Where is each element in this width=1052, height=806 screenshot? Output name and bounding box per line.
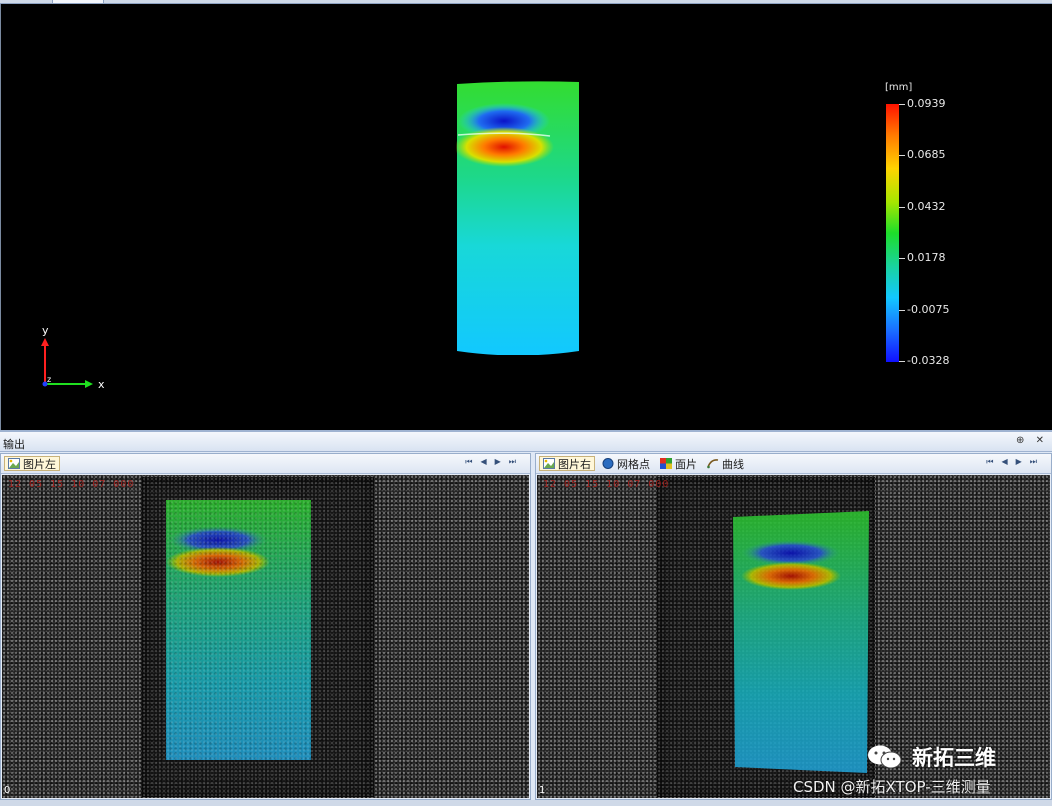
colorbar-tick: [899, 155, 905, 156]
colorbar-tick: [899, 258, 905, 259]
facets-button[interactable]: 面片: [660, 456, 697, 471]
color-scale-bar: [886, 104, 899, 362]
tab-right-image[interactable]: 图片右: [539, 456, 595, 471]
colorbar-label: -0.0075: [907, 303, 950, 316]
3d-viewport[interactable]: [mm] 0.0939 0.0685 0.0432 0.0178 -0.0075…: [0, 4, 1052, 430]
frame-index: 1: [539, 785, 546, 796]
deformation-surface: [456, 81, 579, 355]
first-frame-icon[interactable]: ⏮: [986, 457, 1001, 466]
last-frame-icon[interactable]: ⏭: [509, 457, 524, 466]
image-icon: [8, 458, 20, 469]
tab-right-image-label: 图片右: [558, 457, 591, 471]
grid-points-label: 网格点: [617, 457, 650, 471]
app-window: [mm] 0.0939 0.0685 0.0432 0.0178 -0.0075…: [0, 0, 1052, 806]
first-frame-icon[interactable]: ⏮: [465, 457, 480, 466]
curves-button[interactable]: 曲线: [707, 456, 744, 471]
output-panel-header: 输出 ⊕ ✕: [0, 430, 1052, 452]
frame-navigation: ⏮◀▶⏭: [986, 457, 1045, 467]
output-panel-title: 输出: [3, 438, 25, 451]
axis-x-label: x: [98, 378, 105, 391]
capture-timestamp: 12 05 15 10 07 000: [8, 479, 135, 490]
tab-left-image-label: 图片左: [23, 457, 56, 471]
credit-watermark: CSDN @新拓XTOP-三维测量: [793, 778, 991, 796]
strain-overlay: [166, 500, 311, 760]
next-frame-icon[interactable]: ▶: [1016, 457, 1030, 466]
colorbar-label: 0.0939: [907, 97, 946, 110]
colorbar-label: 0.0178: [907, 251, 946, 264]
capture-timestamp: 12 05 15 10 07 000: [543, 479, 670, 490]
pin-icon[interactable]: ⊕: [1016, 435, 1028, 446]
right-panel-toolbar: 图片右 网格点 面片 曲线 ⏮◀▶⏭: [536, 454, 1051, 474]
axis-triad: y x z: [41, 324, 105, 391]
left-camera-panel: 图片左 ⏮◀▶⏭ 12 05 15 10 07 000 0: [0, 453, 531, 800]
strain-overlay: [733, 511, 869, 773]
colorbar-tick: [899, 207, 905, 208]
colorbar-label: 0.0432: [907, 200, 946, 213]
frame-index: 0: [4, 785, 11, 796]
grid-point-icon: [602, 458, 614, 469]
status-strip: [0, 800, 1052, 806]
next-frame-icon[interactable]: ▶: [495, 457, 509, 466]
facets-label: 面片: [675, 457, 697, 471]
axis-z-label: z: [47, 375, 51, 384]
colorbar-tick: [899, 361, 905, 362]
colorbar-label: -0.0328: [907, 354, 950, 367]
left-panel-toolbar: 图片左 ⏮◀▶⏭: [1, 454, 530, 474]
brand-name: 新拓三维: [912, 746, 996, 770]
panel-controls: ⊕ ✕: [1016, 435, 1048, 446]
curve-icon: [707, 459, 719, 469]
prev-frame-icon[interactable]: ◀: [480, 457, 494, 466]
tab-left-image[interactable]: 图片左: [4, 456, 60, 471]
colorbar-label: 0.0685: [907, 148, 946, 161]
close-icon[interactable]: ✕: [1036, 435, 1048, 446]
image-icon: [543, 458, 555, 469]
curves-label: 曲线: [722, 457, 744, 471]
last-frame-icon[interactable]: ⏭: [1030, 457, 1045, 466]
colorbar-tick: [899, 104, 905, 105]
prev-frame-icon[interactable]: ◀: [1001, 457, 1015, 466]
brand-watermark: 新拓三维: [866, 742, 996, 772]
left-camera-image[interactable]: 12 05 15 10 07 000 0: [2, 475, 529, 798]
wechat-icon: [868, 745, 902, 769]
grid-points-button[interactable]: 网格点: [602, 456, 650, 471]
axis-y-label: y: [42, 324, 49, 337]
colorbar-tick: [899, 310, 905, 311]
facet-icon: [660, 458, 672, 469]
colorbar-unit: [mm]: [885, 82, 913, 93]
frame-navigation: ⏮◀▶⏭: [465, 457, 524, 467]
